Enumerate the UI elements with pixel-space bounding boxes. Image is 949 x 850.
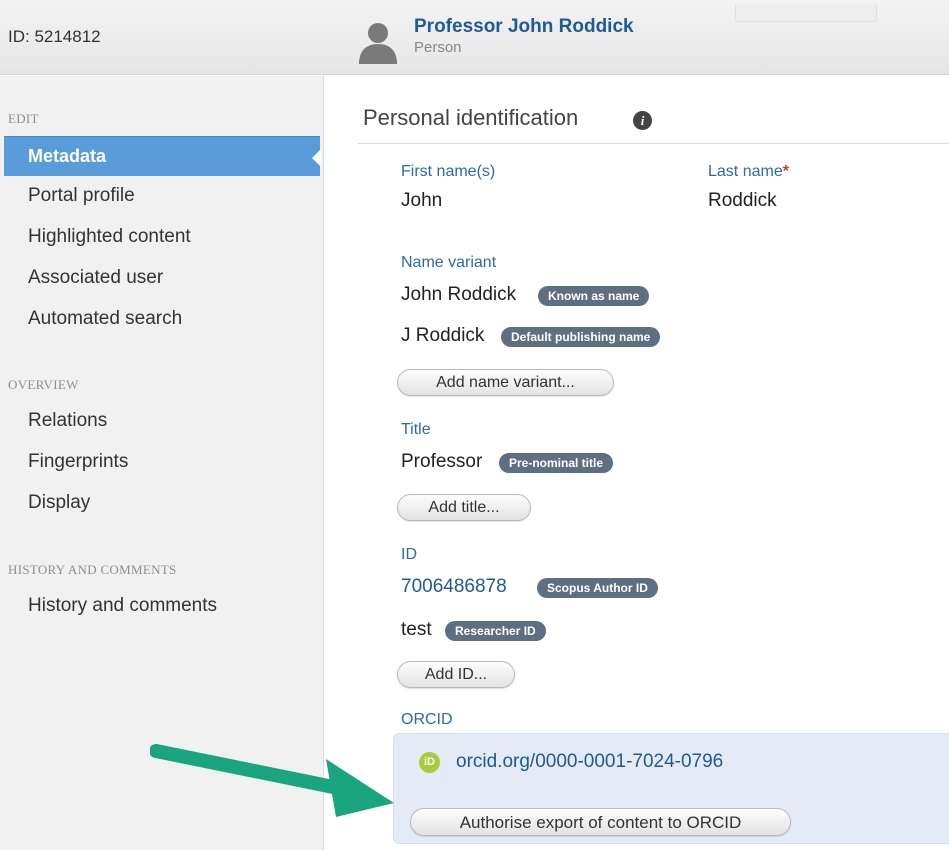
orcid-label: ORCID [401,711,453,728]
header-tab [735,4,877,22]
required-marker: * [782,163,789,180]
sidebar-heading-overview: OVERVIEW [8,377,79,392]
sidebar-item-metadata[interactable]: Metadata [4,136,321,176]
sidebar-heading-edit: EDIT [8,111,39,126]
name-variant-label: Name variant [401,254,497,271]
name-variant-value: J Roddick [401,325,485,346]
add-title-button[interactable]: Add title... [397,494,531,521]
first-name-value: John [401,190,443,211]
scopus-id-link[interactable]: 7006486878 [401,576,507,598]
green-arrow-icon [150,744,394,817]
record-header: ID: 5214812 Professor John Roddick Perso… [0,0,949,75]
person-type: Person [414,39,462,56]
first-name-label: First name(s) [401,163,496,180]
section-title: Personal identification [363,105,579,130]
last-name-label-text: Last name [708,163,783,180]
sidebar-item-history-and-comments[interactable]: History and comments [28,595,217,617]
sidebar-item-fingerprints[interactable]: Fingerprints [28,451,128,473]
name-variant-type-badge: Known as name [538,286,650,306]
id-type-badge: Scopus Author ID [537,578,658,598]
sidebar-item-label: Metadata [28,146,107,166]
sidebar-item-display[interactable]: Display [28,492,90,514]
last-name-label: Last name* [708,163,789,181]
sidebar-item-highlighted-content[interactable]: Highlighted content [28,226,191,248]
researcher-id-value: test [401,619,432,640]
orcid-logo-icon: iD [419,752,440,773]
record-id: ID: 5214812 [8,27,101,46]
title-label: Title [401,421,431,438]
orcid-link[interactable]: orcid.org/0000-0001-7024-0796 [456,751,723,773]
sidebar-item-automated-search[interactable]: Automated search [28,308,182,330]
info-icon[interactable]: i [633,111,652,130]
add-name-variant-button[interactable]: Add name variant... [397,369,614,396]
sidebar-item-associated-user[interactable]: Associated user [28,267,163,289]
person-silhouette-icon [359,23,397,64]
person-name: Professor John Roddick [414,16,634,37]
title-type-badge: Pre-nominal title [499,453,614,473]
sidebar-heading-history: HISTORY AND COMMENTS [8,562,177,577]
title-value: Professor [401,451,483,472]
section-divider [358,143,949,144]
authorise-orcid-export-button[interactable]: Authorise export of content to ORCID [410,808,791,836]
name-variant-type-badge: Default publishing name [501,327,661,347]
sidebar-item-relations[interactable]: Relations [28,410,107,432]
add-id-button[interactable]: Add ID... [397,661,515,688]
sidebar-item-portal-profile[interactable]: Portal profile [28,185,135,207]
id-type-badge: Researcher ID [445,621,546,641]
last-name-value: Roddick [708,190,777,211]
name-variant-value: John Roddick [401,284,517,305]
id-label: ID [401,546,417,563]
